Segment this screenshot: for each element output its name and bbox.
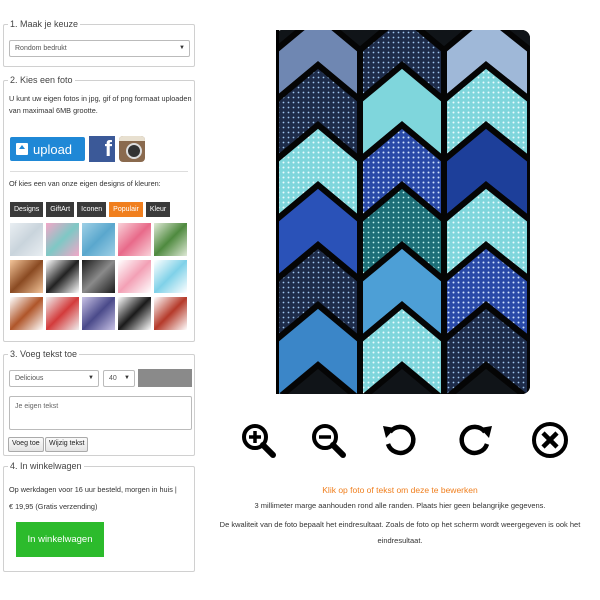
tab-iconen[interactable]: Iconen [77,202,107,217]
tab-giftart[interactable]: GiftArt [46,202,75,217]
rotate-left-icon[interactable] [380,420,420,460]
design-thumbnail[interactable] [154,223,187,256]
design-thumbnails [10,223,187,330]
edit-hint: Klik op foto of tekst om deze te bewerke… [322,485,478,495]
custom-text-placeholder: Je eigen tekst [15,403,59,410]
custom-text-field[interactable]: Je eigen tekst [9,396,192,430]
design-thumbnail[interactable] [46,223,79,256]
design-thumbnail[interactable] [82,223,115,256]
font-value: Delicious [15,375,44,382]
design-thumbnail[interactable] [46,260,79,293]
step-text-panel: 3. Voeg tekst toe Delicious ▼ 40 ▼ Je ei… [3,349,195,456]
design-thumbnail[interactable] [118,260,151,293]
step-photo-panel: 2. Kies een foto U kunt uw eigen fotos i… [3,75,195,342]
upload-icon [16,143,28,155]
print-type-value: Rondom bedrukt [15,45,67,52]
chevron-down-icon: ▼ [88,375,94,381]
design-thumbnail[interactable] [82,297,115,330]
step-choose-legend: 1. Maak je keuze [8,19,81,29]
tab-designs[interactable]: Designs [10,202,44,217]
add-to-cart-button[interactable]: In winkelwagen [16,522,104,557]
remove-icon[interactable] [530,420,570,460]
edit-text-button[interactable]: Wijzig tekst [45,437,89,452]
design-thumbnail[interactable] [118,297,151,330]
design-tabs: Designs GiftArt Iconen Populair Kleur [10,202,171,217]
design-thumbnail[interactable] [10,260,43,293]
design-thumbnail[interactable] [10,297,43,330]
step-cart-legend: 4. In winkelwagen [8,461,84,471]
tab-populair[interactable]: Populair [109,202,143,217]
chevron-down-icon: ▼ [124,375,130,381]
design-thumbnail[interactable] [10,223,43,256]
step-cart-panel: 4. In winkelwagen Op werkdagen voor 16 u… [3,461,195,572]
rotate-right-icon[interactable] [455,420,495,460]
delivery-info: Op werkdagen voor 16 uur besteld, morgen… [9,485,177,494]
print-type-select[interactable]: Rondom bedrukt ▼ [9,40,190,57]
price-info: € 19,95 (Gratis verzending) [9,502,98,511]
step-photo-legend: 2. Kies een foto [8,75,75,85]
upload-label: upload [33,141,73,157]
step-choose-panel: 1. Maak je keuze Rondom bedrukt ▼ [3,19,195,67]
instagram-icon[interactable] [119,136,145,162]
chevron-down-icon: ▼ [179,45,185,51]
tab-kleur[interactable]: Kleur [145,202,171,217]
font-size-select[interactable]: 40 ▼ [103,370,135,387]
design-thumbnail[interactable] [82,260,115,293]
chevron-pattern [276,30,530,394]
upload-button[interactable]: upload [10,137,85,161]
text-color-swatch[interactable] [138,369,192,387]
zoom-in-icon[interactable] [238,420,278,460]
case-spine [276,30,279,394]
design-thumbnail[interactable] [46,297,79,330]
designs-heading: Of kies een van onze eigen designs of kl… [9,179,161,188]
add-text-button[interactable]: Voeg toe [8,437,44,452]
margin-hint: 3 millimeter marge aanhouden rond alle r… [254,501,546,510]
zoom-out-icon[interactable] [308,420,348,460]
design-thumbnail[interactable] [154,297,187,330]
case-preview[interactable] [276,30,530,394]
quality-hint: De kwaliteit van de foto bepaalt het ein… [219,520,581,545]
font-size-value: 40 [109,375,117,382]
font-select[interactable]: Delicious ▼ [9,370,99,387]
step-text-legend: 3. Voeg tekst toe [8,349,80,359]
upload-instructions: U kunt uw eigen fotos in jpg, gif of png… [9,94,192,116]
design-thumbnail[interactable] [118,223,151,256]
divider [10,171,188,172]
design-thumbnail[interactable] [154,260,187,293]
facebook-icon[interactable]: f [89,136,115,162]
